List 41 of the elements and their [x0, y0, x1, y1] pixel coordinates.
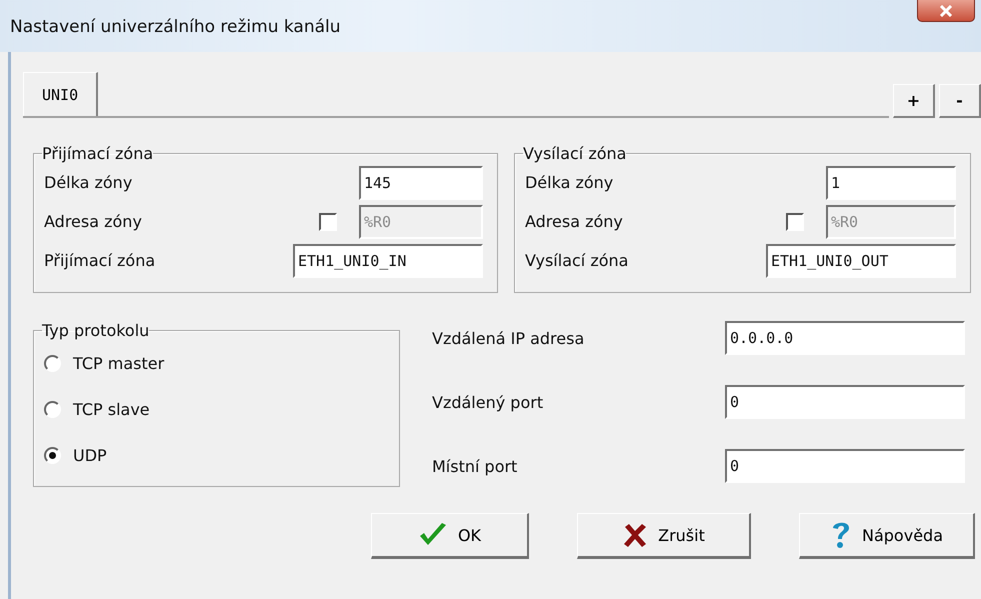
field-label: Vzdálená IP adresa — [432, 328, 586, 348]
group-title: Vysílací zóna — [522, 144, 626, 163]
cancel-button[interactable]: Zrušit — [577, 513, 751, 559]
address-checkbox[interactable] — [318, 212, 337, 230]
group-title: Přijímací zóna — [42, 144, 154, 163]
length-field[interactable]: 145 — [358, 166, 483, 200]
protocol-radio[interactable]: TCP slave — [44, 386, 385, 432]
protocol-radio[interactable]: TCP master — [44, 340, 385, 386]
protocol-radio[interactable]: UDP — [44, 432, 385, 478]
radio-icon[interactable] — [44, 354, 61, 372]
radio-label: UDP — [73, 446, 107, 464]
radio-icon[interactable] — [44, 400, 61, 418]
address-checkbox[interactable] — [786, 212, 804, 230]
field-label: Přijímací zóna — [44, 251, 156, 270]
field-label: Adresa zóny — [524, 212, 624, 231]
network-field[interactable]: 0 — [725, 385, 965, 419]
network-field[interactable]: 0.0.0.0 — [725, 321, 965, 355]
remove-tab-button[interactable]: - — [939, 84, 981, 118]
question-icon — [830, 520, 852, 550]
help-button[interactable]: Nápověda — [799, 513, 975, 559]
field-label: Vysílací zóna — [524, 251, 630, 270]
channel-tab[interactable]: UNI0 — [23, 72, 98, 116]
field-label: Adresa zóny — [44, 212, 143, 231]
radio-label: TCP slave — [73, 400, 150, 418]
zone-name-field[interactable]: ETH1_UNI0_OUT — [766, 244, 956, 278]
field-label: Místní port — [432, 456, 518, 476]
radio-label: TCP master — [73, 354, 164, 372]
group-title: Typ protokolu — [42, 321, 150, 340]
close-icon — [939, 4, 953, 16]
network-field[interactable]: 0 — [725, 449, 965, 483]
radio-icon[interactable] — [44, 446, 61, 464]
zone-name-field[interactable]: ETH1_UNI0_IN — [292, 244, 483, 278]
ok-button[interactable]: OK — [371, 513, 529, 559]
field-label: Vzdálený port — [432, 392, 544, 412]
field-label: Délka zóny — [524, 173, 614, 192]
close-button[interactable] — [917, 0, 975, 22]
length-field[interactable]: 1 — [826, 166, 956, 200]
field-label: Délka zóny — [44, 173, 134, 192]
window-title: Nastavení univerzálního režimu kanálu — [10, 17, 341, 37]
cross-icon — [622, 522, 648, 548]
add-tab-button[interactable]: + — [893, 84, 935, 118]
